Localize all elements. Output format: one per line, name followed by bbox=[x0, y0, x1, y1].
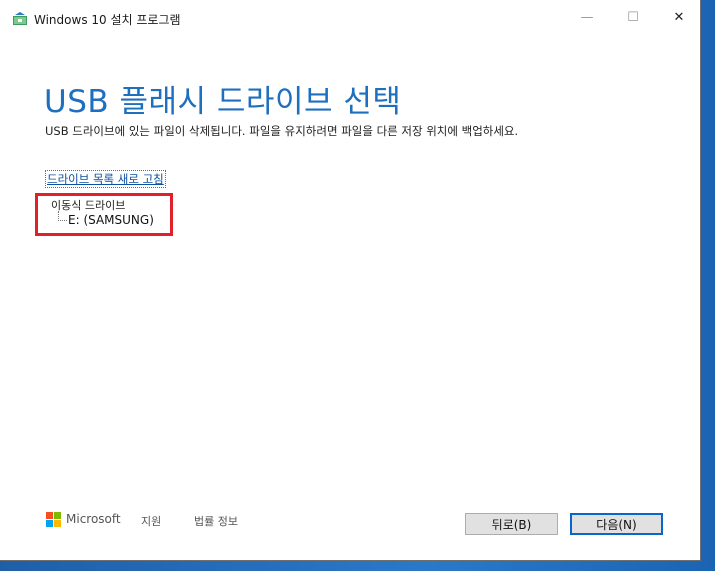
page-title: USB 플래시 드라이브 선택 bbox=[44, 84, 402, 120]
logo-square-green bbox=[54, 512, 61, 519]
microsoft-logo-icon bbox=[46, 512, 62, 528]
logo-square-yellow bbox=[54, 520, 61, 527]
minimize-button[interactable]: — bbox=[564, 0, 610, 34]
next-button[interactable]: 다음(N) bbox=[570, 513, 663, 535]
refresh-drive-list-link[interactable]: 드라이브 목록 새로 고침 bbox=[45, 170, 166, 188]
setup-window: Windows 10 설치 프로그램 — ☐ ✕ USB 플래시 드라이브 선택… bbox=[0, 0, 701, 561]
support-link[interactable]: 지원 bbox=[141, 513, 161, 529]
drive-tree[interactable]: 이동식 드라이브 E: (SAMSUNG) bbox=[40, 193, 330, 493]
close-button[interactable]: ✕ bbox=[656, 0, 702, 34]
window-title: Windows 10 설치 프로그램 bbox=[34, 13, 181, 27]
microsoft-brand-text: Microsoft bbox=[66, 512, 121, 526]
page-subtitle: USB 드라이브에 있는 파일이 삭제됩니다. 파일을 유지하려면 파일을 다른… bbox=[45, 124, 519, 138]
logo-square-blue bbox=[46, 520, 53, 527]
setup-app-icon bbox=[13, 12, 27, 25]
legal-info-link[interactable]: 법률 정보 bbox=[194, 513, 238, 529]
red-highlight-box bbox=[35, 193, 173, 236]
title-bar[interactable]: Windows 10 설치 프로그램 — ☐ ✕ bbox=[0, 0, 700, 34]
maximize-button[interactable]: ☐ bbox=[610, 0, 656, 34]
logo-square-red bbox=[46, 512, 53, 519]
back-button[interactable]: 뒤로(B) bbox=[465, 513, 558, 535]
